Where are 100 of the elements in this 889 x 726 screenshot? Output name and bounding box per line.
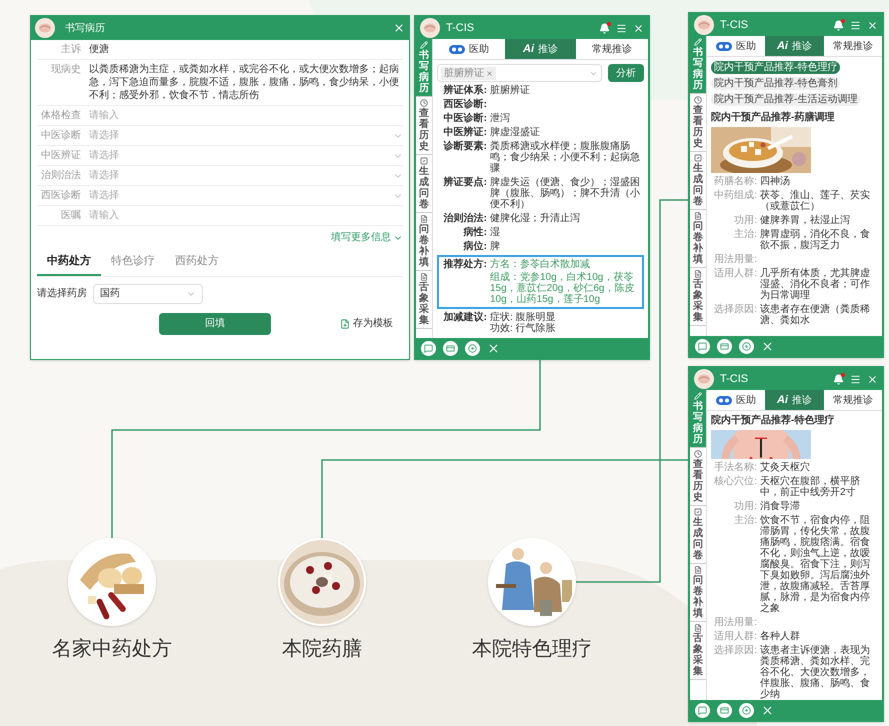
- menu-icon[interactable]: [850, 20, 861, 30]
- field-value: 症状: 腹胀明显: [490, 312, 557, 323]
- field-value: 脾: [490, 241, 501, 252]
- tab[interactable]: 西药处方: [165, 249, 229, 276]
- chat-button[interactable]: [421, 340, 436, 356]
- sidebar-tab[interactable]: 书写病历: [690, 36, 706, 94]
- field-label: 推荐处方:: [442, 259, 487, 272]
- sidebar-tab[interactable]: 查看历史: [690, 94, 706, 152]
- tab[interactable]: 常规推诊: [824, 390, 882, 410]
- checkbox-icon: [694, 508, 702, 516]
- bell-icon[interactable]: [833, 374, 844, 384]
- sidebar-tab[interactable]: 查看历史: [416, 97, 432, 155]
- eyes-icon: [716, 42, 732, 50]
- close-icon[interactable]: [761, 340, 774, 352]
- sidebar-tab[interactable]: 生成问卷: [690, 152, 706, 210]
- tab-label: 推诊: [538, 42, 558, 56]
- feature-label: 本院药膳: [282, 637, 362, 662]
- pencil-icon: [694, 38, 702, 46]
- text-field[interactable]: 以粪质稀溏为主症，或粪如水样，或完谷不化，或大便次数增多；起病急，泻下急迫而量多，脘腹不适，腹胀，腹痛，肠鸣，食少纳呆，小便不利；感受外邪，饮食不节，情志所伤: [89, 63, 403, 102]
- field-label: 适用人群:: [713, 631, 757, 642]
- close-icon[interactable]: [867, 374, 878, 384]
- field-label: 用法用量:: [713, 617, 757, 628]
- field-label: 西医诊断:: [442, 99, 487, 110]
- field-label: 辨证要点:: [442, 177, 487, 190]
- pharmacy-select[interactable]: 国药: [93, 284, 203, 304]
- field-label: 诊断要素:: [442, 141, 487, 154]
- disc-button[interactable]: [465, 340, 480, 356]
- sidebar-tab[interactable]: 生成问卷: [416, 155, 432, 213]
- checkbox-icon: [420, 157, 428, 165]
- tab[interactable]: 常规推诊: [824, 36, 882, 56]
- field-label: 功用:: [733, 215, 757, 226]
- recommendation-chip[interactable]: 院内干预产品推荐-特色膏剂: [711, 77, 840, 90]
- tab[interactable]: Ai 推诊: [504, 39, 576, 59]
- bell-icon[interactable]: [833, 20, 844, 30]
- sidebar-tab[interactable]: 问卷补填: [416, 213, 432, 271]
- window-title: 书写病历: [65, 22, 106, 36]
- analyze-button[interactable]: 分析: [608, 64, 644, 82]
- field-value: 脾胃虚弱，消化不良，食欲不振，腹泻乏力: [760, 229, 871, 251]
- text-field[interactable]: 便溏: [89, 43, 403, 56]
- field-value: 脏腑辨证: [490, 85, 531, 96]
- field-label: 功用:: [733, 501, 757, 512]
- eyes-icon: [716, 396, 732, 404]
- text-field[interactable]: 请输入: [89, 209, 403, 222]
- field-label: 治则治法:: [442, 213, 487, 224]
- prescription-text: 方名：参苓白术散加减: [490, 259, 591, 270]
- text-field[interactable]: 请输入: [89, 109, 403, 122]
- ai-logo: Ai: [776, 38, 788, 54]
- sidebar-tab[interactable]: 生成问卷: [690, 506, 706, 564]
- tab[interactable]: Ai 推诊: [765, 36, 824, 56]
- tab[interactable]: 中药处方: [37, 249, 101, 276]
- more-info-link[interactable]: 填写更多信息: [331, 230, 403, 245]
- field-label: 辨证体系:: [442, 85, 487, 96]
- chat-button[interactable]: [695, 702, 710, 718]
- chat-button[interactable]: [695, 338, 710, 354]
- chat-icon: [698, 342, 707, 350]
- ai-logo: Ai: [523, 42, 534, 57]
- field-value: 粪质稀溏或水样便；腹胀腹痛肠鸣；食少纳呆；小便不利；起病急骤: [490, 141, 641, 174]
- field-value: 该患者主诉便溏，表现为粪质稀溏、粪如水样、完谷不化、大便次数增多，伴腹胀、腹痛、肠鸣、食少纳: [760, 645, 871, 700]
- disc-button[interactable]: [739, 338, 754, 354]
- field-label: 医嘱: [60, 209, 81, 222]
- submit-button[interactable]: 回填: [159, 312, 271, 334]
- remove-icon[interactable]: [486, 70, 493, 76]
- close-icon[interactable]: [633, 22, 644, 34]
- sidebar-tab[interactable]: 问卷补填: [690, 564, 706, 622]
- close-icon[interactable]: [761, 704, 774, 716]
- save-template-button[interactable]: 存为模板: [340, 316, 393, 331]
- card-button[interactable]: [443, 340, 458, 356]
- feature-label: 本院特色理疗: [472, 637, 592, 662]
- sidebar-tab[interactable]: 书写病历: [416, 39, 432, 97]
- tab[interactable]: Ai 推诊: [765, 390, 824, 410]
- logo-icon: [420, 18, 440, 38]
- sidebar-tab[interactable]: 舌象采集: [690, 622, 706, 680]
- sidebar-tab[interactable]: 书写病历: [690, 390, 706, 448]
- sidebar-tab[interactable]: 舌象采集: [690, 268, 706, 326]
- file-plus-icon: [340, 318, 350, 328]
- recommendation-chip[interactable]: 院内干预产品推荐-生活运动调理: [711, 93, 860, 106]
- menu-icon[interactable]: [850, 374, 861, 384]
- field-value: 健脾化湿；升清止泻: [490, 213, 581, 224]
- sidebar-tab[interactable]: 问卷补填: [690, 210, 706, 268]
- card-button[interactable]: [717, 702, 732, 718]
- field-label: 适用人群:: [713, 268, 757, 281]
- field-value: 饮食不节，宿食内停，阻滞肠胃，传化失常，故腹痛肠鸣，脘腹痞满。宿食不化，则浊气上逆，故嗳腐酸臭。宿食下注，则泻下臭如败卵。泻后腐浊外泄，故腹痛减轻。舌苔厚腻，脉滑，是为宿食内停之象: [760, 515, 871, 614]
- field-value: 四神汤: [760, 176, 791, 187]
- field-label: 核心穴位:: [713, 476, 757, 489]
- close-icon[interactable]: [867, 20, 878, 30]
- card-button[interactable]: [717, 338, 732, 354]
- close-icon[interactable]: [487, 342, 500, 354]
- close-icon[interactable]: [393, 22, 405, 34]
- section-heading: 院内干预产品推荐-药膳调理: [711, 112, 836, 124]
- pencil-icon: [420, 41, 428, 49]
- disc-button[interactable]: [739, 702, 754, 718]
- document-icon: [694, 624, 702, 632]
- recommendation-chip[interactable]: 院内干预产品推荐-特色理疗: [711, 61, 840, 74]
- field-value: 几乎所有体质，尤其脾虚湿盛、消化不良者；可作为日常调理: [760, 268, 871, 301]
- tab[interactable]: 特色诊疗: [101, 249, 165, 276]
- clock-icon: [694, 96, 702, 104]
- bell-icon[interactable]: [599, 22, 610, 34]
- sidebar-tab[interactable]: 查看历史: [690, 448, 706, 506]
- menu-icon[interactable]: [616, 22, 627, 34]
- sidebar-tab[interactable]: 舌象采集: [416, 271, 432, 329]
